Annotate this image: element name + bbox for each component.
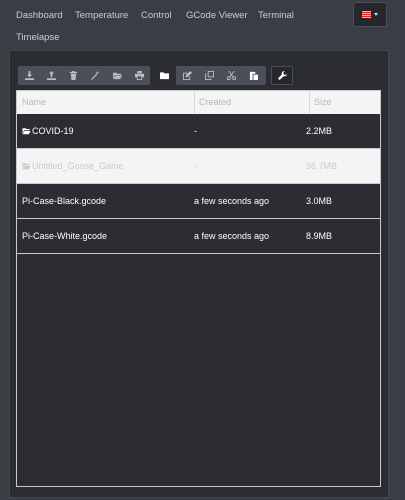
folder-open-icon bbox=[22, 127, 31, 134]
file-name: Pi-Case-White.gcode bbox=[22, 231, 108, 241]
print-button[interactable] bbox=[128, 66, 150, 85]
delete-button[interactable] bbox=[62, 66, 84, 85]
file-created: a few seconds ago bbox=[194, 196, 270, 206]
tab-timelapse[interactable]: Timelapse bbox=[16, 32, 59, 43]
tab-terminal[interactable]: Terminal bbox=[258, 10, 294, 21]
file-created: - bbox=[194, 161, 197, 171]
paste-button[interactable] bbox=[242, 66, 264, 85]
tab-control[interactable]: Control bbox=[141, 10, 172, 21]
table-row[interactable]: Untitled_Goose_Game - 36.7MB bbox=[17, 149, 380, 184]
trash-icon bbox=[69, 71, 77, 80]
table-row[interactable]: Pi-Case-Black.gcode a few seconds ago 3.… bbox=[17, 184, 380, 219]
download-button[interactable] bbox=[18, 66, 40, 85]
tab-gcode-viewer[interactable]: GCode Viewer bbox=[186, 10, 248, 21]
top-nav: Dashboard Temperature Control GCode View… bbox=[0, 0, 405, 50]
tab-dashboard[interactable]: Dashboard bbox=[16, 10, 62, 21]
copy-icon bbox=[204, 71, 214, 80]
file-size: 2.2MB bbox=[306, 126, 333, 136]
folder-open-icon bbox=[112, 72, 122, 80]
load-button[interactable] bbox=[106, 66, 128, 85]
table-header: Name Created Size bbox=[17, 91, 380, 114]
file-actions-toolbar bbox=[18, 66, 150, 85]
flag-icon bbox=[362, 11, 371, 18]
rename-button[interactable] bbox=[176, 66, 198, 85]
file-size: 8.9MB bbox=[306, 231, 333, 241]
file-created: a few seconds ago bbox=[194, 231, 270, 241]
file-name: COVID-19 bbox=[32, 126, 74, 136]
row-name: COVID-19 bbox=[22, 114, 74, 148]
caret-down-icon bbox=[374, 13, 378, 16]
language-dropdown-button[interactable] bbox=[353, 2, 387, 27]
table-row[interactable]: COVID-19 - 2.2MB bbox=[17, 114, 380, 149]
file-name: Pi-Case-Black.gcode bbox=[22, 196, 107, 206]
cut-button[interactable] bbox=[220, 66, 242, 85]
slice-button[interactable] bbox=[84, 66, 106, 85]
paste-icon bbox=[249, 71, 258, 80]
settings-button[interactable] bbox=[271, 66, 293, 85]
download-icon bbox=[24, 71, 34, 80]
edit-actions-toolbar bbox=[176, 66, 266, 85]
copy-button[interactable] bbox=[198, 66, 220, 85]
column-header-size[interactable]: Size bbox=[309, 91, 332, 114]
wrench-icon bbox=[277, 71, 287, 80]
edit-icon bbox=[182, 71, 192, 80]
print-icon bbox=[134, 71, 144, 80]
file-created: - bbox=[194, 126, 197, 136]
file-size: 3.0MB bbox=[306, 196, 333, 206]
folder-open-icon bbox=[22, 162, 31, 169]
tab-temperature[interactable]: Temperature bbox=[75, 10, 128, 21]
magic-wand-icon bbox=[90, 71, 99, 80]
cut-icon bbox=[226, 71, 236, 80]
column-header-created[interactable]: Created bbox=[194, 91, 231, 114]
new-folder-button[interactable] bbox=[155, 66, 174, 85]
file-table: Name Created Size COVID-19 - 2.2MB Untit… bbox=[16, 90, 381, 487]
upload-button[interactable] bbox=[40, 66, 62, 85]
file-size: 36.7MB bbox=[306, 161, 338, 171]
table-row[interactable]: Pi-Case-White.gcode a few seconds ago 8.… bbox=[17, 219, 380, 254]
file-name: Untitled_Goose_Game bbox=[32, 161, 124, 171]
folder-icon bbox=[160, 72, 169, 80]
column-header-name[interactable]: Name bbox=[17, 91, 46, 114]
row-name: Untitled_Goose_Game bbox=[22, 149, 124, 183]
upload-icon bbox=[46, 71, 56, 80]
